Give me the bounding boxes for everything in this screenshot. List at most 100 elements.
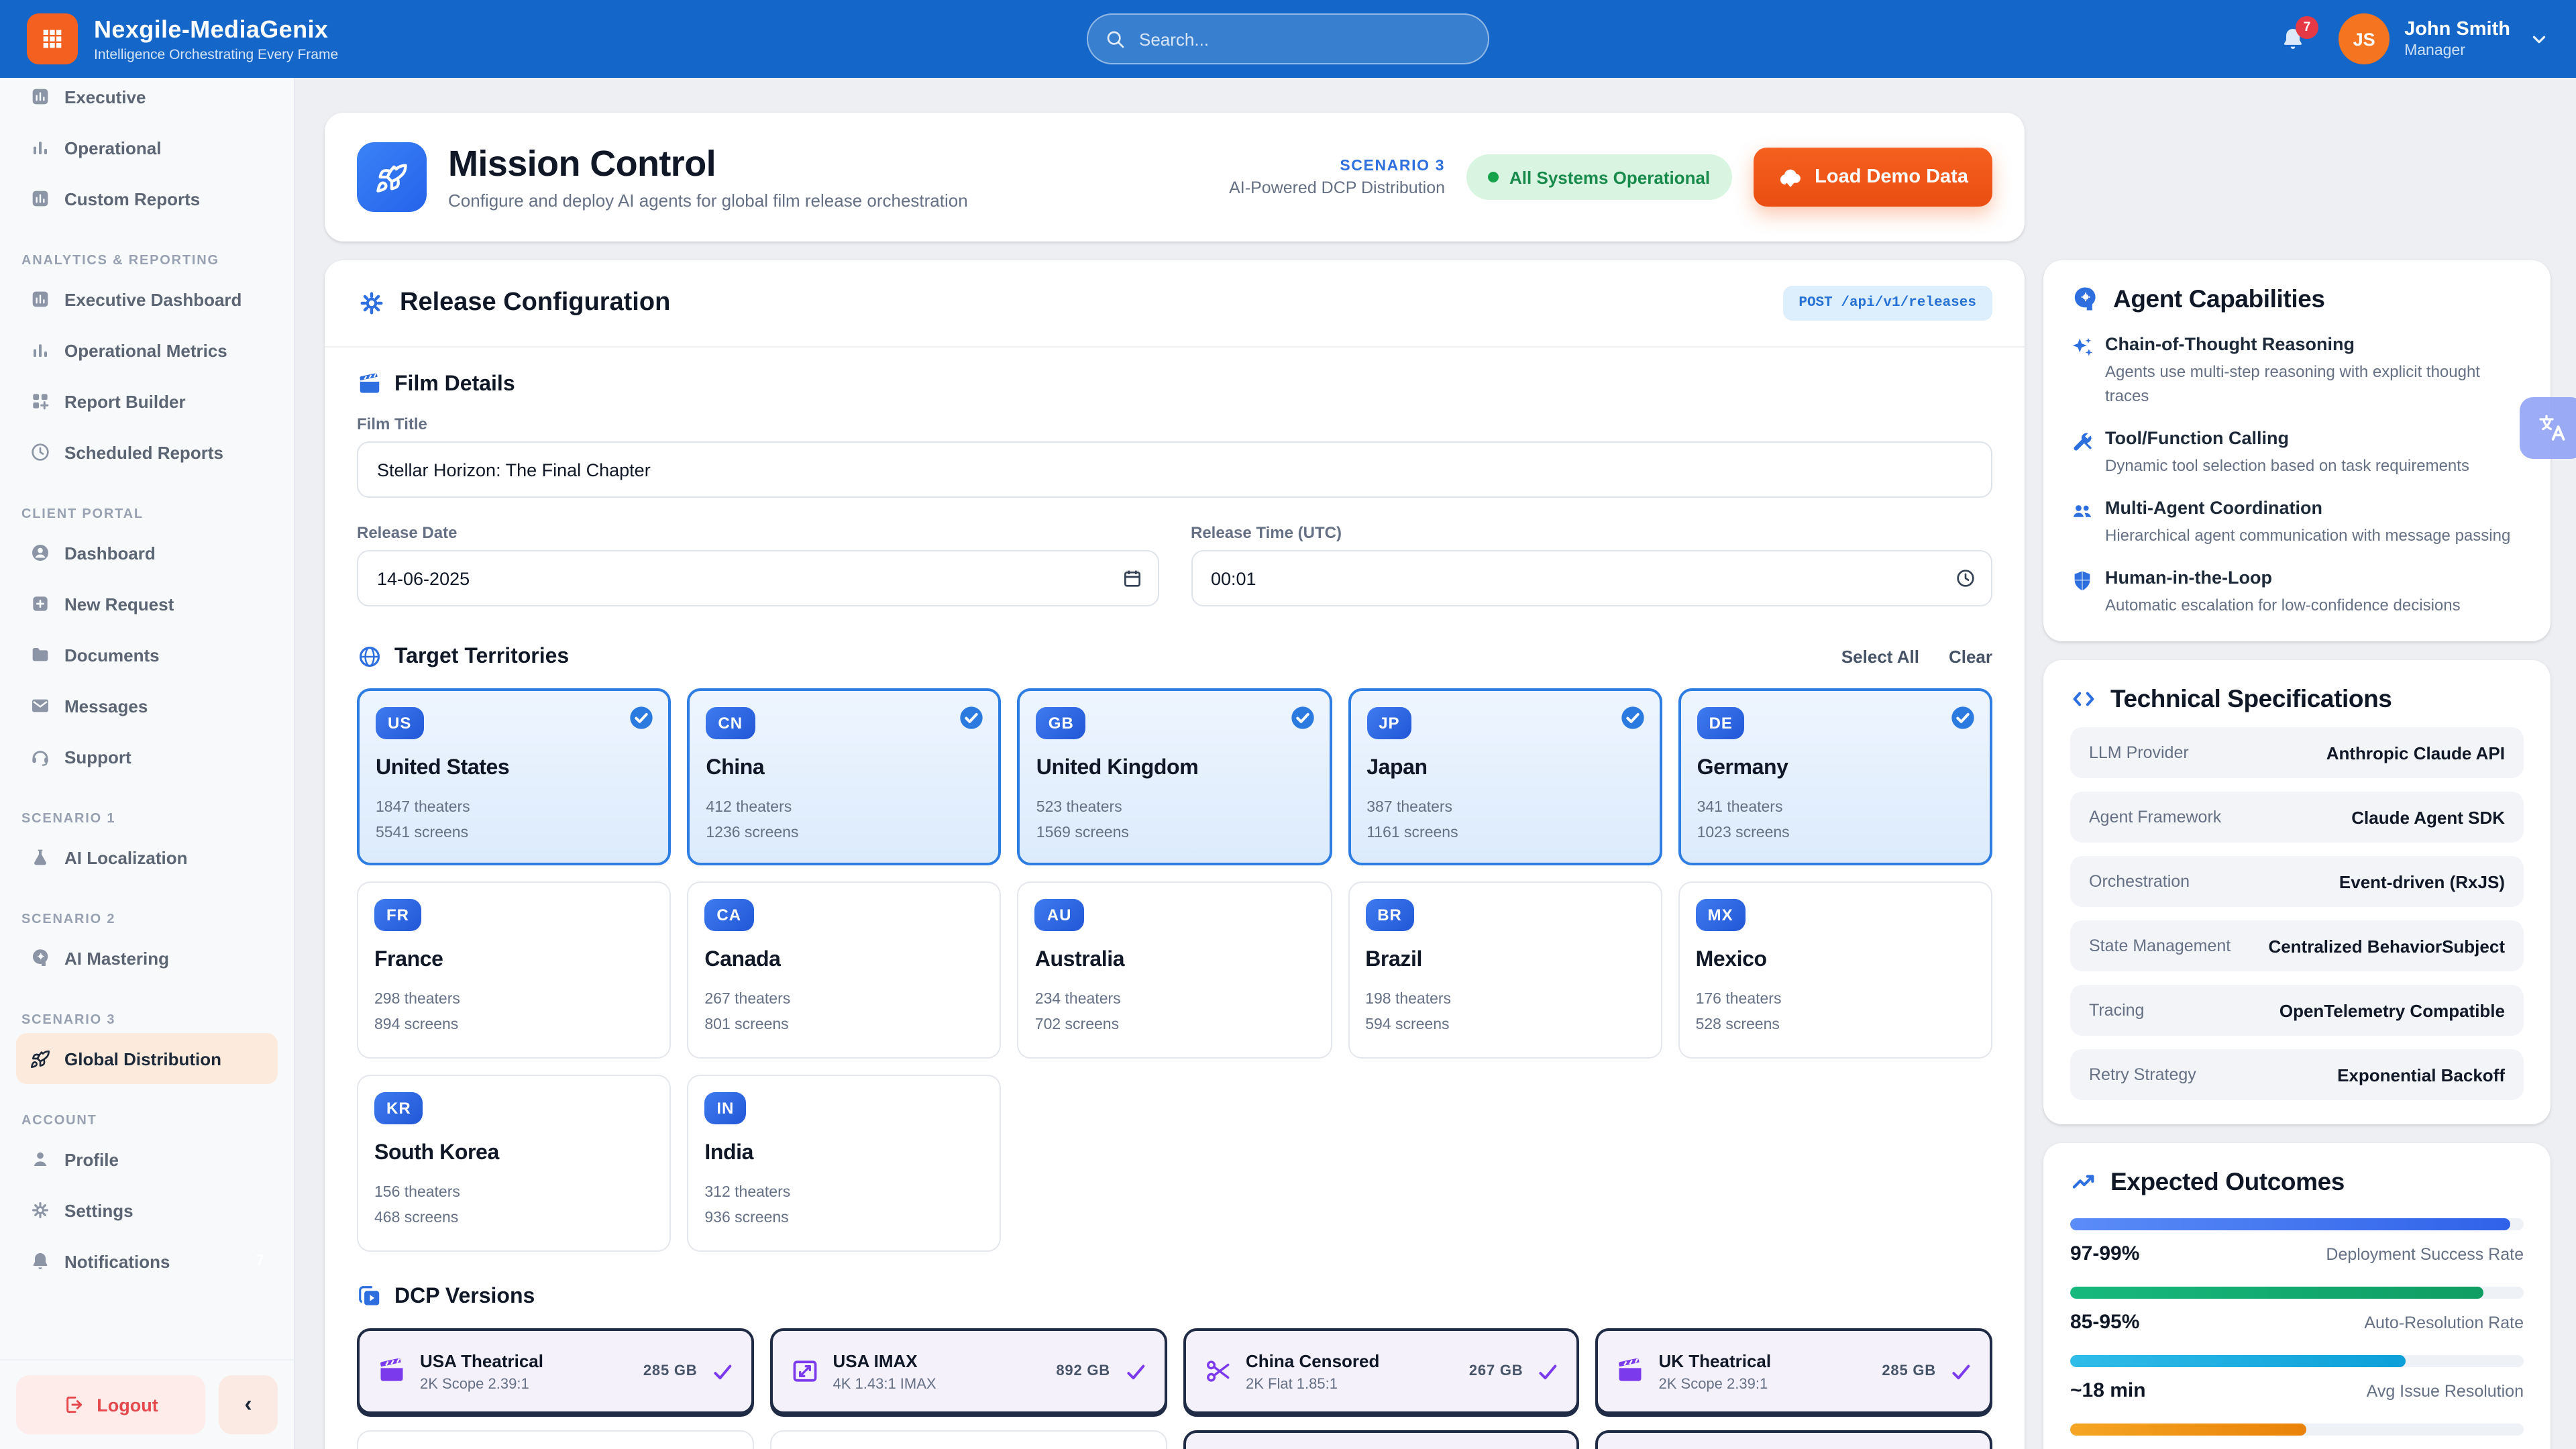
territory-theaters: 156 theaters (374, 1181, 653, 1206)
headset-icon (30, 746, 51, 767)
sidebar-item-operational[interactable]: Operational (16, 122, 278, 173)
load-demo-data-button[interactable]: Load Demo Data (1753, 148, 1992, 207)
country-code-chip: FR (374, 899, 421, 931)
territory-card-br[interactable]: BR Brazil 198 theaters594 screens (1348, 881, 1662, 1059)
sidebar-item-global-distribution[interactable]: Global Distribution (16, 1033, 278, 1084)
territory-screens: 801 screens (704, 1013, 983, 1038)
clapperboard-icon (1616, 1356, 1646, 1386)
territory-screens: 894 screens (374, 1013, 653, 1038)
sidebar-collapse-button[interactable]: ‹ (219, 1375, 278, 1434)
sidebar-item-messages[interactable]: Messages (16, 680, 278, 731)
global-search[interactable] (1087, 13, 1489, 64)
film-title-input[interactable] (357, 441, 1992, 498)
avatar[interactable]: JS (2339, 13, 2390, 64)
grid-logo-icon (39, 25, 66, 52)
territory-card-us[interactable]: US United States 1847 theaters5541 scree… (357, 688, 671, 865)
user-name: John Smith (2404, 19, 2510, 40)
check-circle-icon (1289, 704, 1316, 731)
trending-up-icon (2070, 1169, 2097, 1195)
territory-name: United States (376, 757, 652, 781)
sidebar-item-settings[interactable]: Settings (16, 1185, 278, 1236)
territory-card-kr[interactable]: KR South Korea 156 theaters468 screens (357, 1075, 671, 1252)
dcp-card-china-censored[interactable]: China Censored2K Flat 1.85:1 267 GB (1183, 1328, 1580, 1414)
sidebar-item-executive[interactable]: Executive (16, 78, 278, 122)
release-time-input[interactable] (1191, 550, 1992, 606)
rocket-icon (357, 142, 427, 212)
sidebar-item-operational-metrics[interactable]: Operational Metrics (16, 325, 278, 376)
territory-card-fr[interactable]: FR France 298 theaters894 screens (357, 881, 671, 1059)
sidebar-item-scheduled-reports[interactable]: Scheduled Reports (16, 427, 278, 478)
person-circle-icon (30, 542, 51, 564)
dcp-card-usa-theatrical[interactable]: USA Theatrical2K Scope 2.39:1 285 GB (357, 1328, 754, 1414)
sidebar-item-report-builder[interactable]: Report Builder (16, 376, 278, 427)
sidebar-item-ai-mastering[interactable]: AI Mastering (16, 932, 278, 983)
sidebar-item-profile[interactable]: Profile (16, 1134, 278, 1185)
territory-card-mx[interactable]: MX Mexico 176 theaters528 screens (1678, 881, 1992, 1059)
head-gear-icon (30, 947, 51, 969)
territory-screens: 5541 screens (376, 821, 652, 847)
country-code-chip: AU (1035, 899, 1084, 931)
check-circle-icon (959, 704, 985, 731)
sidebar-item-custom-reports[interactable]: Custom Reports (16, 173, 278, 224)
territory-name: South Korea (374, 1142, 653, 1166)
territory-card-in[interactable]: IN India 312 theaters936 screens (687, 1075, 1001, 1252)
territory-screens: 528 screens (1696, 1013, 1975, 1038)
dcp-card-usa-imax[interactable]: USA IMAX4K 1.43:1 IMAX 892 GB (770, 1328, 1167, 1414)
country-code-chip: BR (1365, 899, 1414, 931)
search-input[interactable] (1087, 13, 1489, 64)
outcome-metric: 97-99%Deployment Success Rate (2070, 1218, 2524, 1265)
territory-card-ca[interactable]: CA Canada 267 theaters801 screens (687, 881, 1001, 1059)
country-code-chip: JP (1366, 707, 1411, 739)
search-icon (1104, 28, 1126, 50)
user-menu-chevron-icon[interactable] (2529, 29, 2549, 49)
check-icon (1949, 1360, 1972, 1383)
sidebar-item-notifications[interactable]: Notifications7 (16, 1236, 278, 1287)
target-territories-title: Target Territories (394, 645, 569, 669)
logout-button[interactable]: Logout (16, 1375, 205, 1434)
check-icon (711, 1360, 734, 1383)
clear-button[interactable]: Clear (1949, 647, 1992, 667)
notifications-button[interactable]: 7 (2279, 25, 2306, 52)
sidebar-item-support[interactable]: Support (16, 731, 278, 782)
dcp-card-partial[interactable] (1596, 1430, 1993, 1449)
territory-name: Canada (704, 949, 983, 973)
territory-card-au[interactable]: AU Australia 234 theaters702 screens (1018, 881, 1332, 1059)
clapperboard-icon (377, 1356, 407, 1386)
dcp-card-partial[interactable] (770, 1430, 1167, 1449)
sidebar-item-new-request[interactable]: New Request (16, 578, 278, 629)
sidebar-item-dashboard[interactable]: Dashboard (16, 527, 278, 578)
agent-capabilities-title: Agent Capabilities (2113, 284, 2325, 314)
outcome-metric: ~18 minAvg Issue Resolution (2070, 1355, 2524, 1402)
screen-expand-icon (790, 1356, 820, 1386)
sidebar-item-executive-dashboard[interactable]: Executive Dashboard (16, 274, 278, 325)
territory-name: United Kingdom (1036, 757, 1313, 781)
grid-plus-icon (30, 390, 51, 412)
release-date-input[interactable] (357, 550, 1159, 606)
dcp-card-uk-theatrical[interactable]: UK Theatrical2K Scope 2.39:1 285 GB (1596, 1328, 1993, 1414)
territory-name: Brazil (1365, 949, 1644, 973)
tools-icon (2070, 429, 2105, 478)
sidebar-notification-badge: 7 (256, 1253, 264, 1269)
app-logo[interactable] (27, 13, 78, 64)
sidebar-item-ai-localization[interactable]: AI Localization (16, 832, 278, 883)
territory-card-de[interactable]: DE Germany 341 theaters1023 screens (1678, 688, 1992, 865)
page-subtitle: Configure and deploy AI agents for globa… (448, 191, 968, 211)
territory-card-jp[interactable]: JP Japan 387 theaters1161 screens (1348, 688, 1662, 865)
dcp-card-partial[interactable] (1183, 1430, 1580, 1449)
territory-theaters: 176 theaters (1696, 987, 1975, 1013)
translate-overlay-button[interactable] (2520, 397, 2576, 459)
status-badge: All Systems Operational (1466, 154, 1731, 200)
territory-screens: 1023 screens (1697, 821, 1974, 847)
territory-theaters: 412 theaters (706, 796, 982, 821)
dcp-card-partial[interactable] (357, 1430, 754, 1449)
sidebar-item-documents[interactable]: Documents (16, 629, 278, 680)
territory-theaters: 198 theaters (1365, 987, 1644, 1013)
country-code-chip: KR (374, 1092, 423, 1124)
territory-card-cn[interactable]: CN China 412 theaters1236 screens (687, 688, 1001, 865)
territory-card-gb[interactable]: GB United Kingdom 523 theaters1569 scree… (1018, 688, 1332, 865)
capability-item: Human-in-the-LoopAutomatic escalation fo… (2070, 568, 2524, 617)
territory-screens: 468 screens (374, 1206, 653, 1232)
top-header: Nexgile-MediaGenix Intelligence Orchestr… (0, 0, 2576, 78)
dcp-size: 267 GB (1469, 1363, 1523, 1379)
select-all-button[interactable]: Select All (1841, 647, 1919, 667)
